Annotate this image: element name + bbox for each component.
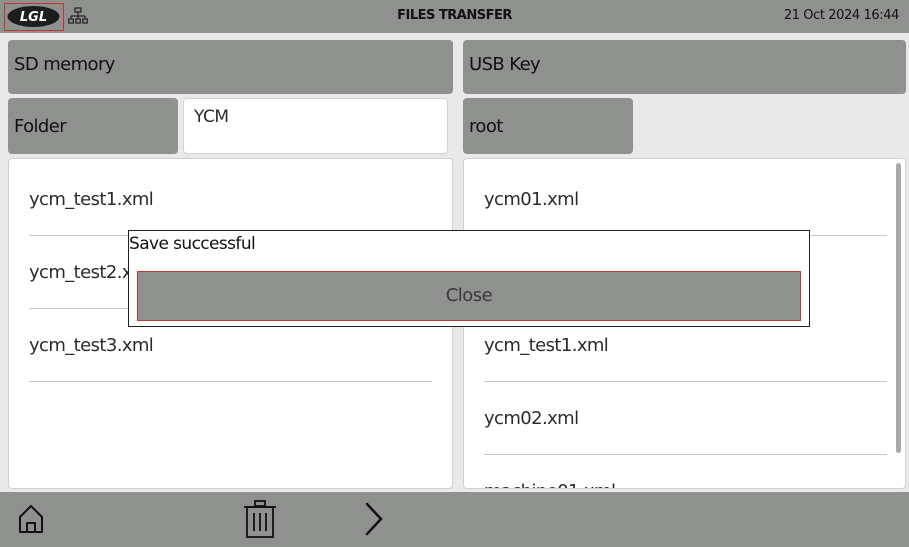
- dialog-message: Save successful: [129, 234, 256, 254]
- page-title: FILES TRANSFER: [397, 8, 512, 23]
- list-item[interactable]: ycm02.xml: [484, 382, 887, 455]
- top-bar: LGL FILES TRANSFER 21 Oct 2024 16:44: [0, 0, 909, 33]
- list-item[interactable]: ycm_test1.xml: [29, 163, 432, 236]
- sd-memory-header[interactable]: SD memory: [8, 40, 453, 94]
- list-item[interactable]: machine01.xml: [484, 455, 887, 488]
- folder-label[interactable]: Folder: [8, 98, 178, 154]
- datetime: 21 Oct 2024 16:44: [783, 8, 900, 23]
- bottom-bar: [0, 492, 909, 547]
- usb-key-header[interactable]: USB Key: [463, 40, 906, 94]
- folder-input[interactable]: YCM: [183, 98, 448, 154]
- scrollbar[interactable]: [896, 163, 901, 453]
- home-icon[interactable]: [18, 504, 44, 538]
- save-dialog: Save successful Close: [128, 230, 810, 327]
- close-button[interactable]: Close: [137, 271, 801, 321]
- chevron-right-icon[interactable]: [364, 502, 384, 540]
- trash-icon[interactable]: [243, 500, 277, 542]
- root-path[interactable]: root: [463, 98, 633, 154]
- list-item[interactable]: ycm01.xml: [484, 163, 887, 236]
